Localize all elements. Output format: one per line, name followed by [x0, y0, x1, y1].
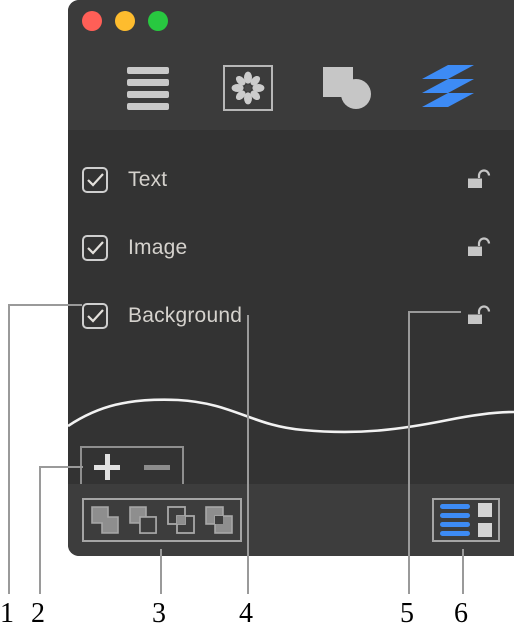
callout-number-4: 4	[239, 598, 253, 629]
leader-line-4	[247, 315, 249, 594]
layer-visibility-checkbox[interactable]	[82, 167, 108, 193]
traffic-light-controls	[82, 11, 168, 31]
image-flower-icon	[223, 65, 273, 111]
toolbar-item-layers[interactable]	[420, 62, 476, 114]
leader-line-5b	[408, 311, 410, 594]
list-view-button[interactable]	[440, 504, 470, 536]
toolbar-item-image[interactable]	[220, 62, 276, 114]
leader-line-2b	[39, 466, 41, 594]
layer-name-label: Background	[128, 304, 243, 327]
view-mode-toggle	[432, 498, 500, 542]
callout-number-5: 5	[400, 598, 414, 629]
maximize-window-button[interactable]	[148, 11, 168, 31]
minimize-window-button[interactable]	[115, 11, 135, 31]
callout-number-2: 2	[31, 598, 45, 629]
checkmark-icon	[86, 241, 104, 255]
layer-visibility-checkbox[interactable]	[82, 235, 108, 261]
window-titlebar	[68, 0, 514, 130]
boolean-operations-group	[82, 498, 242, 542]
list-bars-icon	[127, 66, 169, 110]
boolean-exclude-icon	[205, 506, 233, 534]
boolean-subtract-icon	[129, 506, 157, 534]
layer-lock-toggle[interactable]	[466, 236, 492, 260]
boolean-union-button[interactable]	[86, 500, 124, 540]
boolean-union-icon	[91, 506, 119, 534]
checkmark-icon	[86, 173, 104, 187]
layer-row[interactable]: Image	[68, 214, 514, 282]
callout-number-6: 6	[454, 598, 468, 629]
layer-row[interactable]: Background	[68, 282, 514, 350]
checkmark-icon	[86, 309, 104, 323]
layer-name-label: Image	[128, 236, 188, 259]
bottom-toolbar	[68, 484, 514, 556]
boolean-intersect-icon	[167, 506, 195, 534]
boolean-exclude-button[interactable]	[200, 500, 238, 540]
layers-list: Text Image Background	[68, 130, 514, 350]
layer-row[interactable]: Text	[68, 146, 514, 214]
boolean-subtract-button[interactable]	[124, 500, 162, 540]
boolean-intersect-button[interactable]	[162, 500, 200, 540]
add-remove-layer-buttons: + –	[80, 446, 184, 488]
add-layer-button[interactable]: +	[82, 448, 132, 486]
layer-name-label: Text	[128, 168, 168, 191]
grid-view-button[interactable]	[478, 503, 492, 537]
toolbar-item-list[interactable]	[120, 62, 176, 114]
leader-line-3	[160, 549, 162, 594]
app-window: Text Image Background	[68, 0, 514, 556]
leader-line-2	[39, 466, 83, 468]
layers-stack-icon	[420, 63, 476, 114]
main-toolbar	[68, 56, 514, 120]
unlocked-padlock-icon	[468, 305, 491, 324]
layer-lock-toggle[interactable]	[466, 168, 492, 192]
remove-layer-button[interactable]: –	[132, 448, 182, 486]
leader-line-1b	[8, 304, 10, 594]
layer-visibility-checkbox[interactable]	[82, 303, 108, 329]
leader-line-1	[8, 304, 82, 306]
callout-number-3: 3	[152, 598, 166, 629]
layer-lock-toggle[interactable]	[466, 304, 492, 328]
toolbar-item-shapes[interactable]	[320, 62, 376, 114]
callout-number-1: 1	[0, 598, 14, 629]
shapes-icon	[321, 67, 375, 109]
unlocked-padlock-icon	[468, 169, 491, 188]
leader-line-6	[462, 549, 464, 594]
close-window-button[interactable]	[82, 11, 102, 31]
leader-line-5	[408, 311, 461, 313]
unlocked-padlock-icon	[468, 237, 491, 256]
